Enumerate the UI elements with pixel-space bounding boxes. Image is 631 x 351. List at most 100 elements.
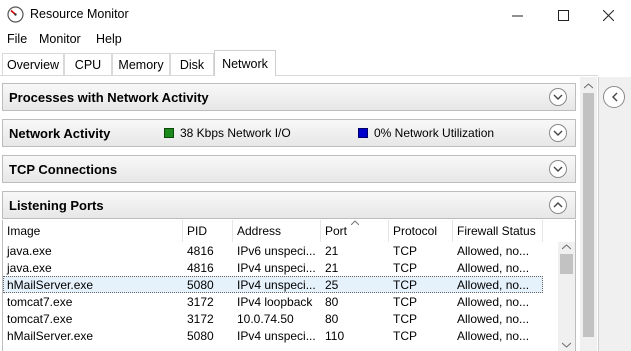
cell-protocol: TCP — [393, 295, 417, 309]
tab-memory[interactable]: Memory — [112, 53, 170, 75]
cell-protocol: TCP — [393, 244, 417, 258]
cell-pid: 4816 — [187, 261, 214, 275]
sort-ascending-icon — [351, 220, 359, 225]
listening-ports-panel-header[interactable]: Listening Ports — [2, 191, 576, 219]
tcp-connections-panel-header[interactable]: TCP Connections — [2, 155, 576, 183]
tcp-connections-panel-title: TCP Connections — [9, 162, 118, 177]
column-header-image[interactable]: Image — [3, 220, 183, 242]
cell-port: 21 — [325, 261, 339, 275]
cell-image: hMailServer.exe — [7, 278, 94, 292]
cell-firewall-status: Allowed, no... — [457, 261, 530, 275]
title-bar: Resource Monitor — [0, 0, 631, 30]
cell-image: java.exe — [7, 244, 52, 258]
expand-network-activity-button[interactable] — [549, 124, 567, 142]
cell-protocol: TCP — [393, 312, 417, 326]
cell-address: IPv6 unspeci... — [237, 244, 316, 258]
main-scrollbar-thumb[interactable] — [583, 93, 594, 337]
network-utilization-legend-swatch — [358, 128, 368, 138]
minimize-button[interactable] — [494, 0, 540, 30]
tab-network[interactable]: Network — [214, 50, 276, 76]
table-row[interactable]: java.exe 4816 IPv4 unspeci... 21 TCP Allowed,… — [3, 259, 543, 276]
table-row[interactable]: tomcat7.exe 3172 10.0.74.50 80 TCP Allowed, n… — [3, 310, 543, 327]
cell-address: IPv4 loopback — [237, 295, 313, 309]
scroll-up-icon — [584, 83, 593, 89]
table-row[interactable]: tomcat7.exe 3172 IPv4 loopback 80 TCP Allowed… — [3, 293, 543, 310]
graph-pane-collapsed — [598, 77, 631, 351]
column-header-firewall-status[interactable]: Firewall Status — [453, 220, 543, 242]
table-row[interactable]: java.exe 4816 IPv6 unspeci... 21 TCP Allowed,… — [3, 242, 543, 259]
listening-ports-panel-title: Listening Ports — [9, 198, 104, 213]
cell-pid: 5080 — [187, 278, 214, 292]
cell-protocol: TCP — [393, 329, 417, 343]
chevron-down-icon — [553, 94, 563, 100]
cell-protocol: TCP — [393, 278, 417, 292]
network-io-legend-swatch — [164, 128, 174, 138]
network-io-label: 38 Kbps Network I/O — [180, 126, 291, 140]
tab-cpu[interactable]: CPU — [64, 53, 112, 75]
cell-port: 25 — [325, 278, 339, 292]
cell-firewall-status: Allowed, no... — [457, 312, 530, 326]
maximize-button[interactable] — [540, 0, 586, 30]
table-scrollbar[interactable] — [558, 242, 575, 351]
tab-strip: Overview CPU Memory Disk Network — [0, 50, 631, 76]
processes-panel-title: Processes with Network Activity — [9, 90, 209, 105]
tab-disk[interactable]: Disk — [170, 53, 214, 75]
chevron-left-icon — [612, 92, 618, 102]
cell-firewall-status: Allowed, no... — [457, 278, 530, 292]
network-activity-panel-title: Network Activity — [9, 126, 111, 141]
main-scrollbar[interactable] — [580, 77, 597, 351]
menu-file[interactable]: File — [7, 32, 27, 46]
menu-monitor[interactable]: Monitor — [39, 32, 81, 46]
cell-image: hMailServer.exe — [7, 329, 94, 343]
expand-tcp-connections-button[interactable] — [549, 160, 567, 178]
processes-panel-header[interactable]: Processes with Network Activity — [2, 83, 576, 111]
scroll-down-icon — [562, 342, 571, 348]
minimize-icon — [511, 15, 523, 16]
cell-pid: 4816 — [187, 244, 214, 258]
chevron-down-icon — [553, 130, 563, 136]
collapse-listening-ports-button[interactable] — [549, 196, 567, 214]
cell-port: 80 — [325, 295, 339, 309]
table-scrollbar-thumb[interactable] — [560, 254, 573, 274]
table-row[interactable]: hMailServer.exe 5080 IPv4 unspeci... 25 TCP A… — [3, 276, 543, 293]
maximize-icon — [557, 9, 569, 21]
tab-divider — [0, 75, 598, 76]
network-utilization-label: 0% Network Utilization — [374, 126, 495, 140]
cell-address: IPv4 unspeci... — [237, 329, 316, 343]
expand-processes-button[interactable] — [549, 88, 567, 106]
close-button[interactable] — [585, 0, 631, 30]
network-activity-panel-header[interactable]: Network Activity 38 Kbps Network I/O 0% … — [2, 119, 576, 147]
column-header-pid[interactable]: PID — [183, 220, 233, 242]
cell-image: tomcat7.exe — [7, 312, 73, 326]
cell-port: 21 — [325, 244, 339, 258]
cell-port: 110 — [325, 329, 345, 343]
resource-monitor-icon — [7, 6, 24, 23]
cell-firewall-status: Allowed, no... — [457, 244, 530, 258]
cell-pid: 5080 — [187, 329, 214, 343]
cell-firewall-status: Allowed, no... — [457, 295, 530, 309]
window-title: Resource Monitor — [30, 7, 129, 21]
chevron-up-icon — [553, 202, 563, 208]
cell-address: IPv4 unspeci... — [237, 261, 316, 275]
cell-address: 10.0.74.50 — [237, 312, 294, 326]
scroll-up-icon — [562, 244, 571, 250]
cell-image: tomcat7.exe — [7, 295, 73, 309]
cell-pid: 3172 — [187, 312, 214, 326]
column-header-address[interactable]: Address — [233, 220, 321, 242]
cell-pid: 3172 — [187, 295, 214, 309]
cell-port: 80 — [325, 312, 339, 326]
column-header-protocol[interactable]: Protocol — [389, 220, 453, 242]
cell-protocol: TCP — [393, 261, 417, 275]
chevron-down-icon — [553, 166, 563, 172]
expand-graph-pane-button[interactable] — [603, 86, 625, 108]
cell-firewall-status: Allowed, no... — [457, 329, 530, 343]
cell-image: java.exe — [7, 261, 52, 275]
listening-ports-table: Image PID Address Port Protocol Firewall… — [2, 220, 576, 351]
tab-overview[interactable]: Overview — [2, 53, 64, 75]
table-row[interactable]: hMailServer.exe 5080 IPv4 unspeci... 110 TCP… — [3, 327, 543, 344]
close-icon — [602, 9, 614, 21]
network-content: Processes with Network Activity Network … — [0, 77, 598, 351]
menu-bar: File Monitor Help — [0, 30, 631, 50]
menu-help[interactable]: Help — [96, 32, 122, 46]
cell-address: IPv4 unspeci... — [237, 278, 316, 292]
